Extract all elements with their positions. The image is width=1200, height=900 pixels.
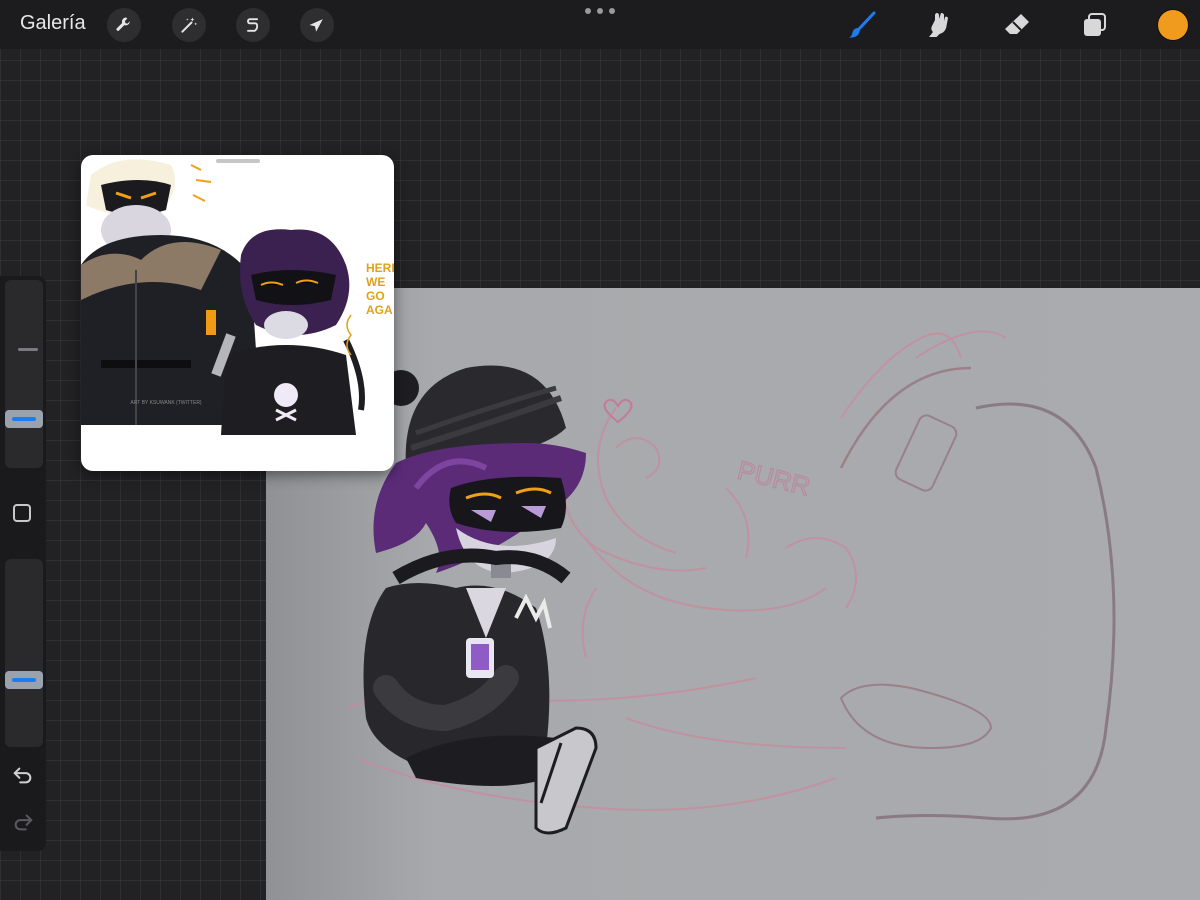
wrench-icon	[116, 17, 130, 31]
color-picker-button[interactable]	[1158, 10, 1188, 40]
eraser-icon	[1005, 14, 1029, 34]
layers-tool[interactable]	[1078, 8, 1112, 42]
drawing-canvas[interactable]: PURR	[266, 288, 1200, 900]
transform-button[interactable]	[300, 8, 334, 42]
actions-button[interactable]	[107, 8, 141, 42]
reference-image	[81, 159, 365, 435]
gallery-button[interactable]: Galería	[20, 12, 86, 35]
more-options-dots[interactable]	[585, 6, 615, 16]
redo-icon	[14, 814, 33, 831]
reference-speech-text: HERE WE GO AGA	[366, 261, 394, 317]
grey-outline	[875, 402, 1116, 821]
eraser-tool[interactable]	[1000, 8, 1034, 42]
layers-icon	[1084, 13, 1106, 36]
sketch-purr-text: PURR	[735, 455, 814, 502]
left-sidebar	[0, 276, 46, 851]
reference-window[interactable]: HERE WE GO AGA ART BY KSUWANK (TWITTER)	[81, 155, 394, 471]
opacity-handle[interactable]	[5, 671, 43, 689]
slider-mark	[18, 348, 38, 351]
undo-button[interactable]	[12, 764, 34, 786]
character-drawing	[363, 365, 598, 835]
smudge-tool[interactable]	[922, 8, 956, 42]
selection-button[interactable]	[236, 8, 270, 42]
reference-credit: ART BY KSUWANK (TWITTER)	[130, 400, 202, 406]
brush-icon	[849, 11, 876, 38]
canvas-artwork: PURR	[345, 330, 1116, 835]
brush-size-handle[interactable]	[5, 410, 43, 428]
magic-wand-icon	[181, 17, 198, 33]
selection-s-icon	[247, 18, 259, 32]
arrow-cursor-icon	[309, 19, 323, 32]
top-toolbar: Galería	[0, 0, 1200, 49]
adjustments-button[interactable]	[172, 8, 206, 42]
modify-button[interactable]	[13, 504, 31, 522]
brush-size-slider[interactable]	[5, 280, 43, 468]
brush-tool[interactable]	[845, 8, 879, 42]
redo-button[interactable]	[12, 811, 34, 833]
opacity-slider[interactable]	[5, 559, 43, 747]
smudge-icon	[929, 13, 948, 37]
undo-icon	[13, 767, 32, 784]
